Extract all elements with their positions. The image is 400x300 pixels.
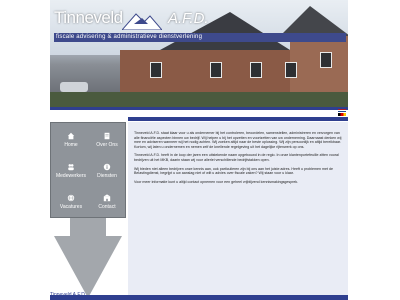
menu-label: Home: [64, 142, 78, 148]
menu-item-medewerkers[interactable]: Medewerkers: [53, 156, 89, 186]
menu-item-vacatures[interactable]: Vacatures: [53, 187, 89, 217]
header-banner: Tinneveld A.F.D. fiscale advisering & ad…: [50, 0, 348, 107]
content-paragraph: Tinneveld A.F.D. heeft in de loop der ja…: [134, 153, 339, 162]
main-content: Tinneveld A.F.D. staat klaar voor u als …: [128, 122, 348, 295]
footer-bar: [50, 295, 348, 300]
globe-icon: [67, 194, 75, 202]
menu-item-contact[interactable]: Contact: [89, 187, 125, 217]
header-bar: [50, 107, 348, 110]
home-icon: [67, 132, 75, 140]
arrow-decoration-stem: [70, 218, 106, 238]
house-window: [285, 62, 297, 78]
brand-name: Tinneveld: [54, 8, 123, 27]
brand-initials: A.F.D.: [168, 10, 209, 27]
right-margin: [348, 0, 400, 300]
menu-item-diensten[interactable]: Diensten: [89, 156, 125, 186]
menu-label: Vacatures: [59, 204, 83, 210]
menu-item-over-ons[interactable]: Over Ons: [89, 125, 125, 155]
people-icon: [68, 164, 74, 171]
house-window: [150, 62, 162, 78]
logo-icon: [122, 13, 162, 30]
german-flag-icon[interactable]: [338, 113, 346, 116]
menu-label: Contact: [98, 204, 116, 210]
nav-menu: Home Over Ons Medewerkers Diensten Vacat…: [50, 122, 126, 218]
content-bar: [128, 117, 348, 121]
content-paragraph: Tinneveld A.F.D. staat klaar voor u als …: [134, 131, 342, 149]
language-flags[interactable]: [338, 109, 348, 117]
document-icon: [104, 132, 110, 140]
house-window: [320, 52, 332, 68]
content-paragraph: Wij bieden niet alleen bedrijven onze ke…: [134, 166, 333, 176]
menu-label: Over Ons: [96, 142, 118, 148]
car: [60, 82, 88, 92]
left-margin: [0, 0, 50, 300]
menu-label: Diensten: [97, 173, 117, 179]
menu-label: Medewerkers: [55, 173, 86, 179]
house-window: [210, 62, 222, 78]
dutch-flag-icon[interactable]: [338, 109, 346, 112]
house-window: [250, 62, 262, 78]
building-icon: [103, 194, 111, 202]
ground: [50, 92, 348, 107]
menu-item-home[interactable]: Home: [53, 125, 89, 155]
house-roof-right: [280, 6, 348, 36]
sidebar: Home Over Ons Medewerkers Diensten Vacat…: [50, 122, 126, 298]
house-wall-right: [290, 36, 348, 96]
content-paragraph: Voor meer informatie kunt u altijd conta…: [134, 179, 299, 184]
info-icon: [103, 163, 111, 171]
arrow-decoration: [54, 236, 122, 298]
tagline: fiscale advisering & administratieve die…: [54, 33, 346, 42]
